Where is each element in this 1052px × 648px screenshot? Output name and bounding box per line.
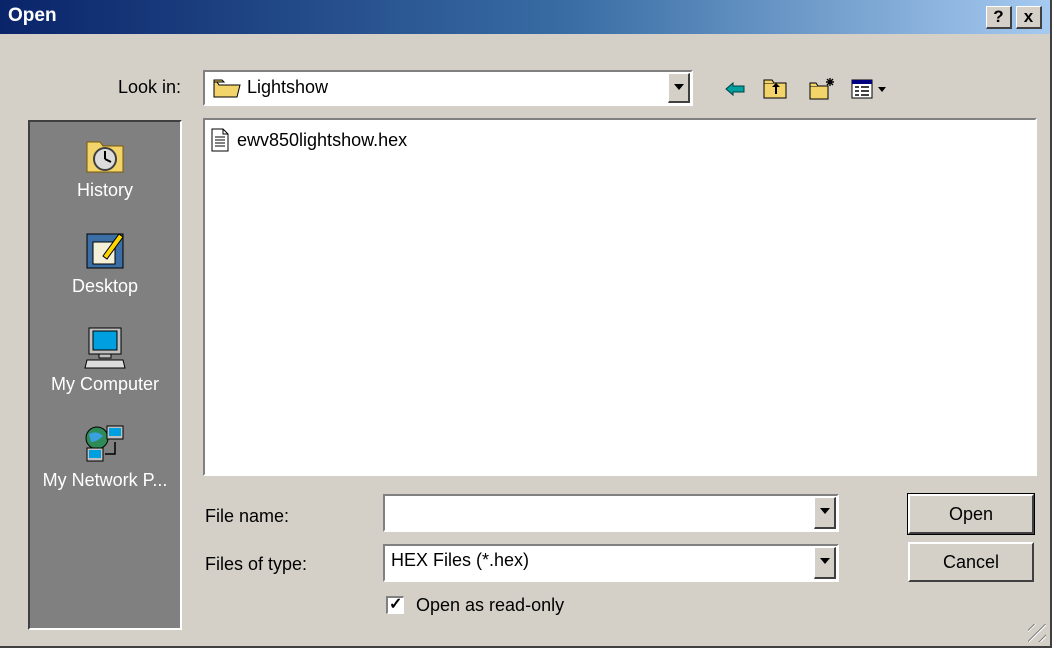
create-new-folder-button[interactable] [808,76,834,102]
view-menu-button[interactable] [850,76,892,102]
up-folder-icon [763,79,787,99]
place-label: My Computer [50,374,160,394]
place-label: My Network P... [42,470,168,490]
place-history[interactable]: History [30,132,180,201]
file-name-dropdown-button[interactable] [814,497,836,529]
look-in-combo[interactable]: Lightshow [203,70,693,106]
help-button[interactable]: ? [986,6,1012,29]
network-places-icon [85,425,124,462]
view-menu-icon [851,79,886,99]
cancel-button[interactable]: Cancel [908,542,1034,582]
look-in-value: Lightshow [247,77,329,97]
file-type-combo[interactable]: HEX Files (*.hex) [383,544,839,582]
desktop-icon [86,233,124,269]
place-label: Desktop [71,276,139,296]
window-title: Open [8,5,57,26]
read-only-checkbox[interactable]: ✓ [386,596,404,614]
file-name-combo[interactable] [383,494,839,532]
open-button[interactable]: Open [907,493,1035,535]
file-list[interactable]: ewv850lightshow.hex [203,118,1037,476]
look-in-label: Look in: [118,77,182,97]
back-arrow-icon [725,81,745,97]
checkmark-icon: ✓ [389,596,403,613]
back-button[interactable] [722,76,748,102]
folder-icon [213,79,241,97]
place-network[interactable]: My Network P... [30,422,180,491]
close-button[interactable]: x [1016,6,1042,29]
file-name: ewv850lightshow.hex [237,129,408,150]
file-type-label: Files of type: [205,554,308,574]
look-in-value-wrap: Lightshow [213,77,328,98]
places-bar: History Desktop My Computer My Network P… [28,120,182,630]
read-only-label[interactable]: Open as read-only [416,595,564,616]
place-my-computer[interactable]: My Computer [30,326,180,395]
file-name-label: File name: [205,506,290,526]
up-one-level-button[interactable] [762,76,788,102]
open-dialog: Open ? x Look in: Lightshow History Desk… [0,0,1052,648]
my-computer-icon [84,327,126,369]
title-bar[interactable]: Open ? x [0,0,1050,34]
place-desktop[interactable]: Desktop [30,228,180,297]
file-type-value: HEX Files (*.hex) [391,550,530,570]
history-icon [86,141,124,173]
place-label: History [76,180,133,200]
file-type-dropdown-button[interactable] [814,547,836,579]
new-folder-icon [809,78,834,100]
look-in-dropdown-button[interactable] [668,73,690,103]
resize-grip[interactable] [1028,624,1046,642]
text-file-icon [211,128,229,152]
list-item[interactable]: ewv850lightshow.hex [211,128,407,152]
